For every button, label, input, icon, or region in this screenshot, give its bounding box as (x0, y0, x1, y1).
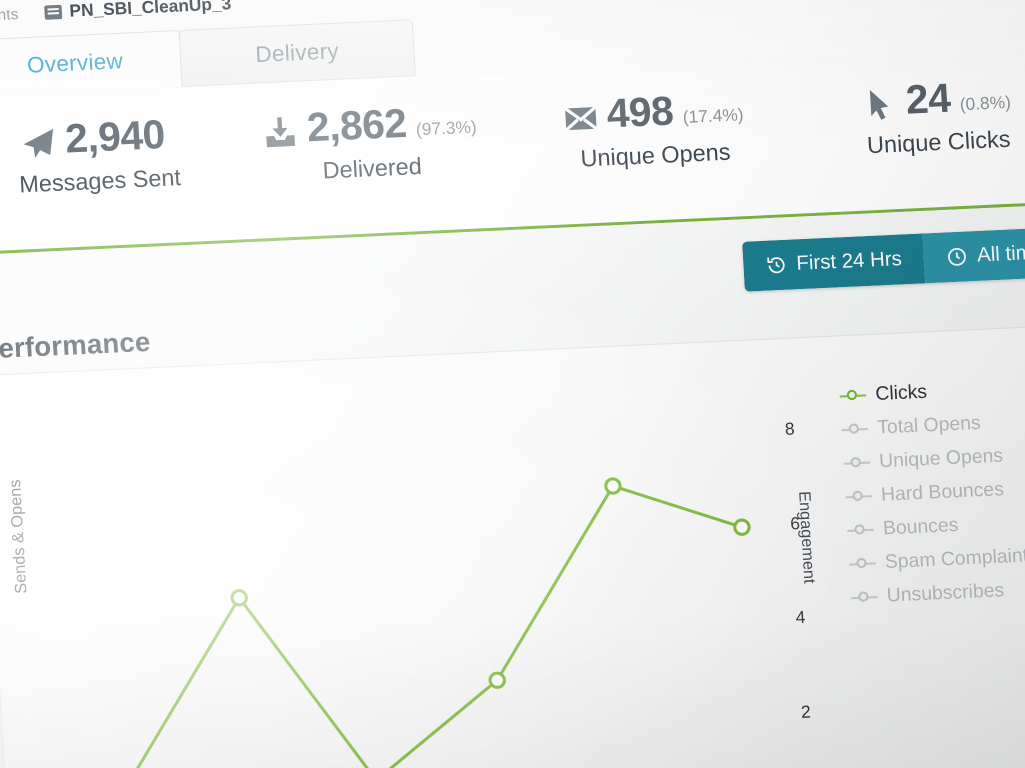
chart-data-point[interactable] (733, 518, 751, 536)
chart-series-clicks-points (230, 477, 751, 689)
campaign-title: PN_SBI_CleanUp_3 (44, 0, 232, 23)
legend-marker-icon (843, 455, 870, 470)
kpi-messages-sent-value: 2,940 (63, 112, 166, 162)
legend-item-unique-opens-label: Unique Opens (878, 445, 1004, 473)
chart-legend: Clicks Total Opens Unique Opens Hard Bou… (839, 374, 1025, 621)
chart-data-point[interactable] (230, 589, 248, 607)
range-button-all-time-label: All time (976, 241, 1025, 267)
page-root: cipients PN_SBI_CleanUp_3 100% sent Over… (0, 0, 1025, 768)
clock-icon (946, 246, 969, 268)
page-title: Performance (0, 326, 152, 365)
kpi-delivered-percent: (97.3%) (415, 117, 478, 140)
legend-item-spam-complaints-label: Spam Complaints (884, 544, 1025, 574)
kpi-unique-clicks-label: Unique Clicks (866, 125, 1012, 159)
legend-item-unsubscribes-label: Unsubscribes (886, 579, 1005, 607)
screenshot-viewport: cipients PN_SBI_CleanUp_3 100% sent Over… (0, 0, 1025, 768)
legend-item-total-opens[interactable]: Total Opens (841, 407, 1025, 441)
breadcrumb[interactable]: cipients (0, 5, 19, 25)
kpi-unique-opens: 498 (17.4%) Unique Opens (509, 85, 799, 176)
tab-delivery-label: Delivery (254, 37, 340, 68)
kpi-unique-opens-percent: (17.4%) (682, 104, 744, 128)
legend-item-hard-bounces[interactable]: Hard Bounces (845, 474, 1025, 508)
legend-item-unique-opens[interactable]: Unique Opens (843, 441, 1025, 475)
legend-item-spam-complaints[interactable]: Spam Complaints (849, 542, 1025, 576)
kpi-messages-sent-label: Messages Sent (18, 163, 182, 198)
legend-marker-icon (847, 523, 874, 538)
range-button-first-24-hrs[interactable]: First 24 Hrs (742, 233, 926, 292)
y-axis-tick-label: 6 (789, 513, 801, 534)
legend-marker-icon (841, 422, 868, 437)
legend-marker-icon (845, 489, 872, 504)
legend-marker-icon (851, 590, 878, 605)
performance-section: First 24 Hrs All time Performance Sends … (0, 199, 1025, 768)
kpi-unique-clicks-value: 24 (904, 76, 952, 123)
legend-marker-icon (839, 388, 866, 403)
kpi-unique-clicks: 24 (0.8%) Unique Clicks (792, 72, 1025, 163)
cursor-arrow-icon (861, 87, 898, 123)
legend-item-total-opens-label: Total Opens (876, 412, 982, 439)
y-axis-tick-label: 8 (784, 419, 796, 439)
legend-marker-icon (849, 556, 876, 571)
kpi-unique-opens-value: 498 (605, 88, 675, 137)
document-icon (45, 5, 63, 20)
y-axis-tick-label: 4 (795, 607, 806, 628)
legend-item-bounces[interactable]: Bounces (847, 508, 1025, 542)
chart-data-point[interactable] (604, 477, 622, 495)
time-range-toggle: First 24 Hrs All time (742, 226, 1025, 292)
y-axis-tick-label: 2 (800, 701, 812, 722)
legend-item-hard-bounces-label: Hard Bounces (880, 478, 1005, 506)
range-button-first-24-hrs-label: First 24 Hrs (795, 247, 903, 276)
kpi-delivered-label: Delivered (321, 152, 423, 184)
campaign-name-label: PN_SBI_CleanUp_3 (68, 0, 232, 21)
tab-overview-label: Overview (26, 47, 124, 78)
kpi-messages-sent: 2,940 Messages Sent (0, 112, 228, 201)
history-icon (765, 254, 788, 276)
tab-overview[interactable]: Overview (0, 29, 184, 97)
legend-item-unsubscribes[interactable]: Unsubscribes (851, 575, 1025, 609)
chart-series-clicks-line (122, 484, 744, 768)
kpi-delivered-value: 2,862 (305, 101, 408, 151)
legend-item-clicks-label: Clicks (874, 381, 928, 406)
legend-item-bounces-label: Bounces (882, 514, 959, 540)
range-button-all-time[interactable]: All time (922, 226, 1025, 284)
envelope-open-icon (562, 100, 599, 136)
paper-plane-icon (21, 126, 58, 162)
kpi-delivered: 2,862 (97.3%) Delivered (226, 98, 516, 189)
kpi-unique-opens-label: Unique Opens (579, 138, 732, 172)
performance-chart-panel: Sends & Opens Engagement 02468 April 26,… (0, 322, 1025, 768)
kpi-unique-clicks-percent: (0.8%) (959, 92, 1012, 115)
chart-data-point[interactable] (488, 671, 506, 689)
inbox-download-icon (262, 114, 299, 150)
